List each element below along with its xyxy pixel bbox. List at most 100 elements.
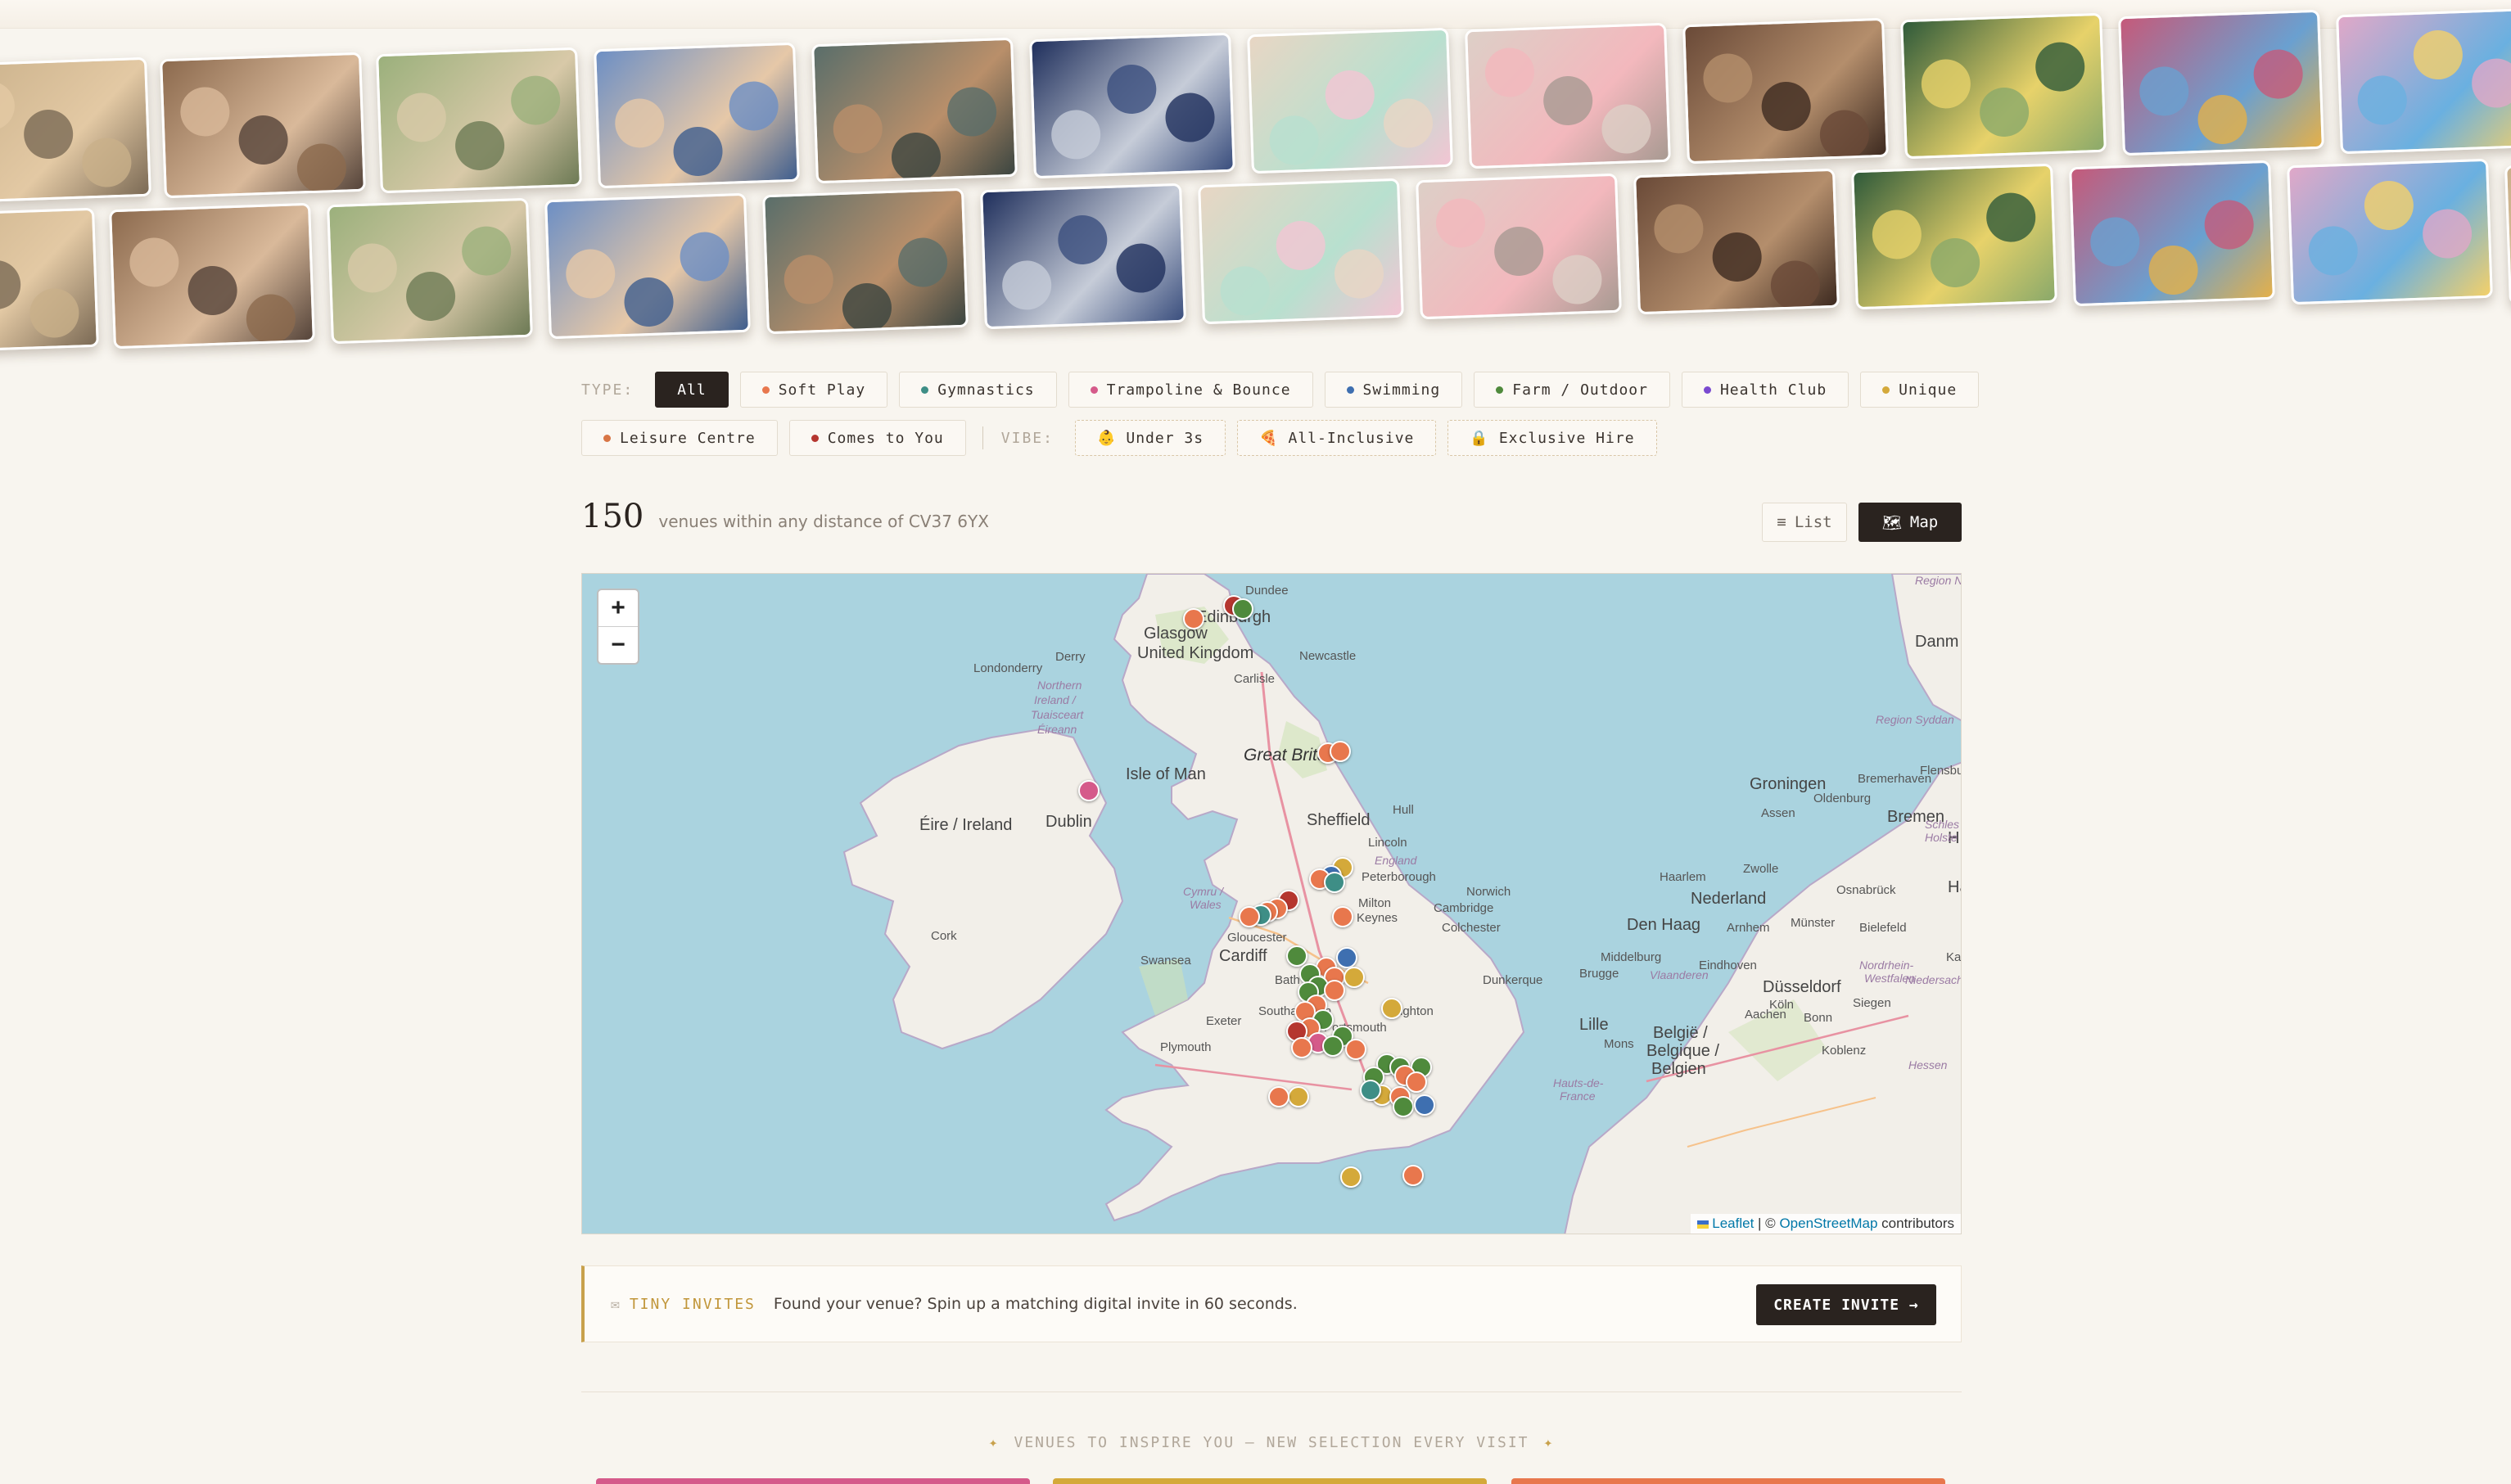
map-label: Region Syddan xyxy=(1876,713,1954,726)
filter-divider xyxy=(982,426,983,449)
venue-photo[interactable] xyxy=(1633,168,1840,315)
chip-label: Comes to You xyxy=(827,429,944,447)
vibe-chip-exclusive-hire[interactable]: 🔒 Exclusive Hire xyxy=(1447,420,1657,456)
map-label: Den Haag xyxy=(1627,916,1701,934)
venue-photo[interactable] xyxy=(109,202,315,350)
results-count: 150 xyxy=(581,498,644,535)
venue-photo[interactable] xyxy=(327,197,533,345)
tiny-invites-banner: ✉ TINY INVITES Found your venue? Spin up … xyxy=(581,1265,1962,1342)
venue-card-top[interactable] xyxy=(1511,1478,1945,1484)
venue-marker[interactable] xyxy=(1393,1096,1414,1117)
map-view-button[interactable]: 🗺 Map xyxy=(1858,503,1962,542)
map-label: Nordrhein- xyxy=(1859,959,1914,972)
venue-marker[interactable] xyxy=(1344,967,1365,988)
map-label: Region N xyxy=(1915,574,1962,587)
map-label: Kass xyxy=(1946,950,1962,964)
venue-marker[interactable] xyxy=(1291,1037,1312,1058)
map-label: Holste xyxy=(1925,831,1958,844)
filter-chip-swimming[interactable]: Swimming xyxy=(1324,372,1463,408)
category-dot-icon xyxy=(1346,386,1354,394)
venue-photo[interactable] xyxy=(1851,163,2057,310)
filter-chip-gymnastics[interactable]: Gymnastics xyxy=(899,372,1057,408)
venue-marker[interactable] xyxy=(1330,741,1351,762)
vibe-chip-all-inclusive[interactable]: 🍕 All-Inclusive xyxy=(1237,420,1437,456)
venue-marker[interactable] xyxy=(1078,780,1100,801)
venue-marker[interactable] xyxy=(1402,1165,1424,1186)
venue-photo[interactable] xyxy=(1198,178,1404,325)
filter-chip-health-club[interactable]: Health Club xyxy=(1681,372,1849,408)
venue-photo[interactable] xyxy=(1465,22,1671,169)
map-label: Lille xyxy=(1579,1016,1609,1034)
chip-label: Unique xyxy=(1899,381,1958,399)
venue-marker[interactable] xyxy=(1268,1086,1289,1107)
map-label: Düsseldorf xyxy=(1763,978,1841,996)
map-label: Ireland / xyxy=(1034,693,1076,706)
venue-marker[interactable] xyxy=(1406,1071,1427,1093)
create-invite-button[interactable]: CREATE INVITE → xyxy=(1756,1284,1936,1325)
venue-marker[interactable] xyxy=(1340,1166,1362,1188)
sparkle-icon: ✦ xyxy=(1543,1434,1555,1451)
zoom-in-button[interactable]: + xyxy=(598,590,638,626)
venue-card-top[interactable] xyxy=(596,1478,1030,1484)
filter-chip-unique[interactable]: Unique xyxy=(1860,372,1980,408)
venue-map[interactable]: Dundee Edinburgh Glasgow United Kingdom … xyxy=(581,573,1962,1234)
venue-marker[interactable] xyxy=(1324,872,1345,893)
venue-marker[interactable] xyxy=(1360,1080,1381,1101)
button-label: Map xyxy=(1909,513,1939,531)
venue-marker[interactable] xyxy=(1232,598,1253,620)
filter-chip-farm-outdoor[interactable]: Farm / Outdoor xyxy=(1474,372,1670,408)
filter-chip-trampoline[interactable]: Trampoline & Bounce xyxy=(1068,372,1313,408)
type-vibe-filter-row: Leisure Centre Comes to You VIBE: 👶 Under… xyxy=(581,420,1669,456)
venue-card-top[interactable] xyxy=(1053,1478,1487,1484)
venue-photo[interactable] xyxy=(762,187,969,335)
map-label: England xyxy=(1375,854,1417,867)
venue-photo[interactable] xyxy=(2336,7,2511,155)
venue-photo[interactable] xyxy=(544,192,751,340)
filter-chip-comes-to-you[interactable]: Comes to You xyxy=(788,420,966,456)
ukraine-flag-icon xyxy=(1697,1220,1709,1229)
invite-tag-label: TINY INVITES xyxy=(629,1295,756,1313)
venue-photo[interactable] xyxy=(1682,17,1889,165)
leaflet-link[interactable]: Leaflet xyxy=(1712,1216,1754,1231)
map-label: Belgien xyxy=(1651,1060,1706,1078)
venue-photo-strip-top xyxy=(0,7,2511,204)
venue-photo[interactable] xyxy=(980,183,1186,330)
venue-marker[interactable] xyxy=(1322,1035,1344,1057)
venue-marker[interactable] xyxy=(1414,1094,1435,1116)
venue-marker[interactable] xyxy=(1239,906,1260,927)
list-icon: ≡ xyxy=(1777,513,1786,531)
list-view-button[interactable]: ≡ List xyxy=(1762,503,1847,542)
venue-marker[interactable] xyxy=(1332,906,1353,927)
venue-photo[interactable] xyxy=(0,207,99,354)
venue-photo[interactable] xyxy=(2504,158,2511,305)
filter-chip-soft-play[interactable]: Soft Play xyxy=(739,372,888,408)
venue-photo[interactable] xyxy=(1900,12,2107,160)
vibe-chip-under-3s[interactable]: 👶 Under 3s xyxy=(1074,420,1226,456)
venue-marker[interactable] xyxy=(1345,1039,1366,1060)
map-label: Exeter xyxy=(1206,1014,1242,1028)
venue-marker[interactable] xyxy=(1336,947,1357,968)
map-label: Flensbu xyxy=(1920,764,1962,778)
map-label: Lincoln xyxy=(1368,836,1407,850)
venue-photo[interactable] xyxy=(1029,32,1235,179)
filter-chip-all[interactable]: All xyxy=(655,372,729,408)
map-label: Bielefeld xyxy=(1859,921,1907,935)
venue-photo[interactable] xyxy=(2118,9,2324,156)
venue-marker[interactable] xyxy=(1324,980,1345,1001)
venue-photo[interactable] xyxy=(2287,158,2493,305)
map-label: Zwolle xyxy=(1743,862,1779,876)
pizza-icon: 🍕 xyxy=(1259,429,1279,447)
venue-marker[interactable] xyxy=(1183,608,1204,629)
venue-marker[interactable] xyxy=(1288,1086,1309,1107)
venue-photo[interactable] xyxy=(1247,27,1453,174)
filter-chip-leisure-centre[interactable]: Leisure Centre xyxy=(581,420,778,456)
map-label: Northern xyxy=(1037,679,1082,692)
venue-marker[interactable] xyxy=(1381,998,1402,1019)
venue-marker[interactable] xyxy=(1286,945,1307,967)
venue-photo[interactable] xyxy=(2069,160,2275,307)
map-label: Norwich xyxy=(1466,885,1511,899)
osm-link[interactable]: OpenStreetMap xyxy=(1779,1216,1877,1231)
venue-photo[interactable] xyxy=(1416,173,1622,320)
category-dot-icon xyxy=(811,434,819,442)
zoom-out-button[interactable]: − xyxy=(598,626,638,663)
